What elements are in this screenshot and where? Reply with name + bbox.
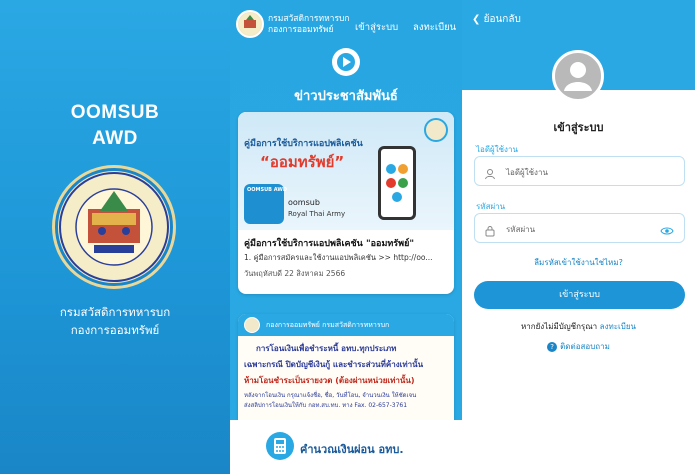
contact-label: ติดต่อสอบถาม xyxy=(560,342,610,351)
login-submit-button[interactable]: เข้าสู่ระบบ xyxy=(474,281,685,309)
banner-app-name: “ออมทรัพย์” xyxy=(260,153,345,171)
news-card-date: วันพฤหัสบดี 22 สิงหาคม 2566 xyxy=(244,269,346,278)
app-tile-label: OOMSUB AWD xyxy=(247,187,287,193)
banner-seal-icon xyxy=(424,118,448,142)
username-placeholder: ไอดีผู้ใช้งาน xyxy=(506,168,548,177)
top-nav: กรมสวัสดิการทหารบก กองการออมทรัพย์ เข้าส… xyxy=(230,8,462,44)
help-icon: ? xyxy=(547,341,558,352)
notice-line5: ส่งสลิปการโอนเงินให้กับ กอท.สบ.ทบ. ทาง F… xyxy=(244,402,408,409)
notice-header-text: กองการออมทรัพย์ กรมสวัสดิการทหารบก xyxy=(266,321,390,329)
notice-header: กองการออมทรัพย์ กรมสวัสดิการทหารบก xyxy=(238,314,454,336)
brand-name: กรมสวัสดิการทหารบก กองการออมทรัพย์ xyxy=(268,14,350,36)
org-line2: กองการออมทรัพย์ xyxy=(70,323,160,337)
notice-line4: หลังจากโอนเงิน กรุณาแจ้งชื่อ, ชื่อ, วันท… xyxy=(244,392,417,399)
splash-org-name: กรมสวัสดิการทหารบก กองการออมทรัพย์ xyxy=(0,303,230,339)
calculator-icon xyxy=(266,432,294,460)
news-screen: กรมสวัสดิการทหารบก กองการออมทรัพย์ เข้าส… xyxy=(230,0,462,474)
no-account-row: หากยังไม่มีบัญชีกรุณา ลงทะเบียน xyxy=(462,320,695,333)
news-card-app-manual[interactable]: คู่มือการใช้บริการแอปพลิเคชัน “ออมทรัพย์… xyxy=(238,112,454,294)
notice-line3: ห้ามโอนชำระเป็นรายงวด (ต้องผ่านหน่วยเท่า… xyxy=(244,376,415,385)
brand-seal-icon xyxy=(236,10,264,38)
contact-link[interactable]: ? ติดต่อสอบถาม xyxy=(462,340,695,353)
army-welfare-seal-logo xyxy=(55,168,173,286)
user-icon xyxy=(484,165,496,180)
notice-line1: การโอนเงินเพื่อชำระหนี้ อทบ.ทุกประเภท xyxy=(256,344,397,353)
login-title: เข้าสู่ระบบ xyxy=(553,121,604,134)
banner-sub: Royal Thai Army xyxy=(288,210,346,218)
lock-icon xyxy=(484,222,496,237)
password-placeholder: รหัสผ่าน xyxy=(506,225,536,234)
notice-seal-icon xyxy=(244,317,260,333)
news-card-title: คู่มือการใช้บริการแอปพลิเคชัน "ออมทรัพย์… xyxy=(244,239,415,249)
banner-heading: คู่มือการใช้บริการแอปพลิเคชัน xyxy=(244,139,363,149)
show-password-eye-icon[interactable] xyxy=(660,222,674,235)
password-label: รหัสผ่าน xyxy=(476,202,506,211)
phone-illustration-icon xyxy=(378,146,416,220)
app-screenshots: OOMSUB AWD กรมสวัสดิการทหารบก กองการออมท… xyxy=(0,0,695,474)
back-button[interactable]: ❮ ย้อนกลับ xyxy=(472,12,521,27)
brand-line1: กรมสวัสดิการทหารบก xyxy=(268,14,350,24)
back-label: ย้อนกลับ xyxy=(483,14,521,25)
username-label: ไอดีผู้ใช้งาน xyxy=(476,145,518,154)
splash-title-line2: AWD xyxy=(92,128,138,149)
loan-calculator-label: คำนวณเงินผ่อน อทบ. xyxy=(300,443,404,456)
news-card-banner: คู่มือการใช้บริการแอปพลิเคชัน “ออมทรัพย์… xyxy=(238,112,454,230)
chevron-left-icon: ❮ xyxy=(472,14,481,25)
banner-brand: oomsub xyxy=(288,198,320,207)
notice-line2: เฉพาะกรณี ปิดบัญชีเงินกู้ และชำระส่วนที่… xyxy=(244,360,424,369)
splash-title: OOMSUB AWD xyxy=(0,100,230,152)
nav-login-link[interactable]: เข้าสู่ระบบ xyxy=(355,20,398,35)
splash-screen: OOMSUB AWD กรมสวัสดิการทหารบก กองการออมท… xyxy=(0,0,230,474)
no-account-text: หากยังไม่มีบัญชีกรุณา xyxy=(520,322,598,331)
org-line1: กรมสวัสดิการทหารบก xyxy=(59,305,171,319)
login-screen: ❮ ย้อนกลับ เข้าสู่ระบบ ไอดีผู้ใช้งาน ไอด… xyxy=(462,0,695,474)
nav-register-link[interactable]: ลงทะเบียน xyxy=(413,20,456,35)
announcement-icon xyxy=(332,48,360,76)
brand-line2: กองการออมทรัพย์ xyxy=(268,25,334,35)
forgot-password-link[interactable]: ลืมรหัสเข้าใช้งานใช่ไหม? xyxy=(462,256,695,269)
user-avatar-icon xyxy=(552,50,604,102)
loan-calculator-button[interactable]: คำนวณเงินผ่อน อทบ. xyxy=(230,420,462,474)
news-section-title: ข่าวประชาสัมพันธ์ xyxy=(294,89,398,104)
splash-title-line1: OOMSUB xyxy=(70,102,160,123)
register-link[interactable]: ลงทะเบียน xyxy=(600,322,636,331)
news-card-payment-notice[interactable]: กองการออมทรัพย์ กรมสวัสดิการทหารบก การโอ… xyxy=(238,314,454,422)
news-card-desc: 1. คู่มือการสมัครและใช้งานแอปพลิเคชัน >>… xyxy=(244,253,433,262)
